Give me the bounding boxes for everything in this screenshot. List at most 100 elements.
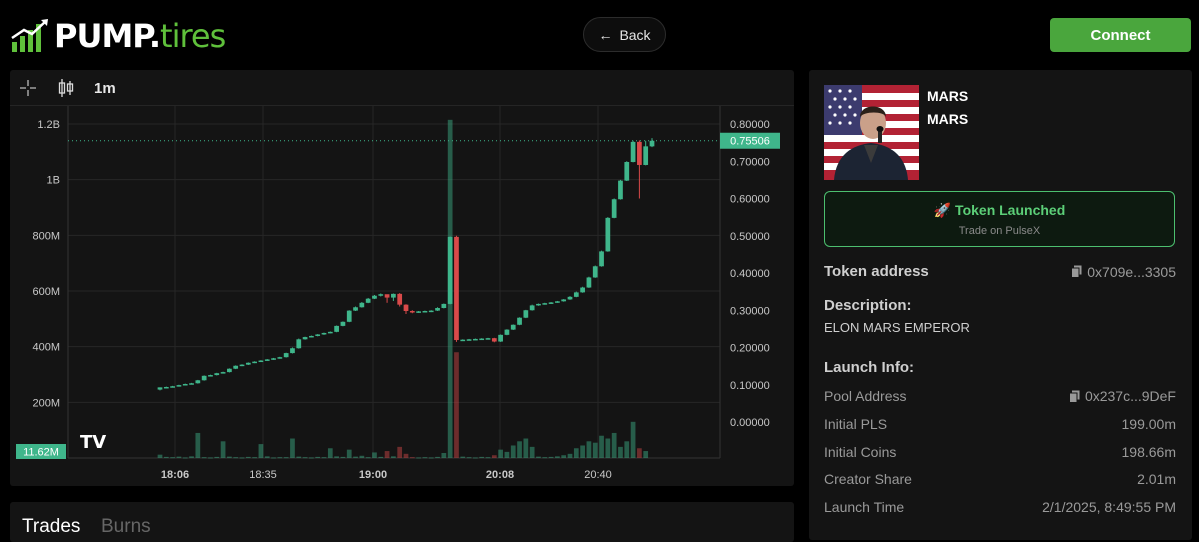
chart-toolbar: 1m xyxy=(10,70,794,106)
volume-bar xyxy=(384,451,390,458)
candle xyxy=(460,339,466,342)
volume-bar xyxy=(517,441,522,458)
token-address-label: Token address xyxy=(824,263,929,280)
back-button[interactable]: ← Back xyxy=(583,17,666,52)
launch-info-row-initial-pls: Initial PLS 199.00m xyxy=(824,416,1176,432)
volume-bar xyxy=(309,457,314,459)
bottom-tabs: Trades Burns xyxy=(10,502,794,542)
candle xyxy=(435,308,440,311)
candle xyxy=(555,301,560,303)
volume-bar xyxy=(365,457,371,459)
crosshair-icon[interactable] xyxy=(19,70,37,106)
initial-coins-value: 198.66m xyxy=(1121,444,1176,460)
volume-bar xyxy=(372,452,377,458)
connect-button[interactable]: Connect xyxy=(1050,18,1191,52)
pool-address-label: Pool Address xyxy=(824,388,907,404)
candle xyxy=(327,331,333,334)
launch-info-row-launch-time: Launch Time 2/1/2025, 8:49:55 PM xyxy=(824,499,1176,515)
volume-bar xyxy=(214,456,220,458)
volume-bar xyxy=(441,452,447,458)
candle xyxy=(561,299,567,302)
time-axis-tick: 18:35 xyxy=(249,469,277,481)
time-axis-tick: 18:06 xyxy=(161,469,189,481)
volume-bar xyxy=(479,456,485,458)
candle xyxy=(504,329,510,335)
token-image xyxy=(824,85,919,180)
volume-bar xyxy=(378,456,384,458)
candle xyxy=(252,361,257,364)
volume-bar xyxy=(340,456,346,458)
candle xyxy=(491,338,497,342)
candlestick-chart[interactable]: 1.2B 1B 800M 600M 400M 200M 0.80000 0.70000 0.60… xyxy=(10,106,794,486)
volume-bar xyxy=(252,457,257,459)
candle xyxy=(365,298,371,303)
volume-bar xyxy=(220,441,226,458)
volume-bar xyxy=(630,421,636,458)
token-address-value[interactable]: 0x709e...3305 xyxy=(1071,264,1176,280)
pumptires-logo[interactable]: PUMP.tires xyxy=(10,16,226,56)
launch-info-label: Launch Info: xyxy=(824,359,914,376)
volume-bar xyxy=(422,457,428,459)
candle xyxy=(340,321,346,326)
token-address-text: 0x709e...3305 xyxy=(1087,263,1176,280)
candle xyxy=(428,310,434,313)
token-symbol: MARS xyxy=(927,111,969,127)
time-axis-tick: 20:40 xyxy=(584,469,612,481)
candle xyxy=(296,339,302,349)
candle xyxy=(441,303,447,309)
candle xyxy=(611,199,617,218)
volume-bar xyxy=(561,455,567,458)
volume-bar xyxy=(592,442,598,458)
volume-bar xyxy=(163,456,169,458)
volume-bar xyxy=(548,456,554,458)
volume-bar xyxy=(157,454,163,458)
volume-bar xyxy=(605,438,611,458)
volume-bar xyxy=(176,456,182,458)
launch-time-label: Launch Time xyxy=(824,499,905,515)
candle xyxy=(214,373,220,376)
volume-bar xyxy=(391,456,396,458)
volume-bar xyxy=(504,451,510,458)
volume-bar xyxy=(271,457,276,459)
volume-axis-tick: 1.2B xyxy=(37,119,60,131)
tab-burns[interactable]: Burns xyxy=(101,516,151,538)
pool-address-value[interactable]: 0x237c...9DeF xyxy=(1068,388,1176,404)
tab-trades[interactable]: Trades xyxy=(22,516,80,538)
candle xyxy=(624,161,630,181)
candle xyxy=(422,310,428,313)
volume-bar xyxy=(208,457,213,459)
candle xyxy=(163,386,169,389)
description-label: Description: xyxy=(824,297,912,314)
copy-icon[interactable] xyxy=(1071,265,1082,278)
candlestick-icon[interactable] xyxy=(58,70,74,106)
candle xyxy=(618,180,623,200)
volume-bar xyxy=(599,435,604,458)
volume-bar xyxy=(510,445,516,458)
volume-bar xyxy=(334,456,339,458)
candle xyxy=(277,357,283,359)
candle xyxy=(536,303,541,306)
candle xyxy=(220,372,226,374)
tradingview-logo-icon: TV xyxy=(80,432,106,453)
volume-axis-tick: 600M xyxy=(32,286,60,298)
candle xyxy=(592,266,598,278)
trade-on-pulsex-link[interactable]: Trade on PulseX xyxy=(825,225,1174,237)
token-info-panel: MARS MARS 🚀 Token Launched Trade on Puls… xyxy=(809,70,1192,540)
token-name: MARS xyxy=(927,88,969,104)
interval-selector[interactable]: 1m xyxy=(94,70,116,106)
candle xyxy=(290,348,295,354)
copy-icon[interactable] xyxy=(1068,390,1080,403)
candle xyxy=(580,287,585,293)
candle xyxy=(321,332,327,335)
volume-bar xyxy=(491,455,497,458)
token-launched-banner[interactable]: 🚀 Token Launched Trade on PulseX xyxy=(824,191,1175,247)
volume-bar xyxy=(227,456,232,458)
launch-info-row-initial-coins: Initial Coins 198.66m xyxy=(824,444,1176,460)
price-axis-tick: 0.80000 xyxy=(730,119,770,131)
volume-bar xyxy=(353,456,358,458)
volume-bar xyxy=(567,453,573,458)
candle xyxy=(397,293,403,305)
candle xyxy=(630,141,636,162)
candle xyxy=(264,359,270,361)
candle xyxy=(599,251,604,267)
